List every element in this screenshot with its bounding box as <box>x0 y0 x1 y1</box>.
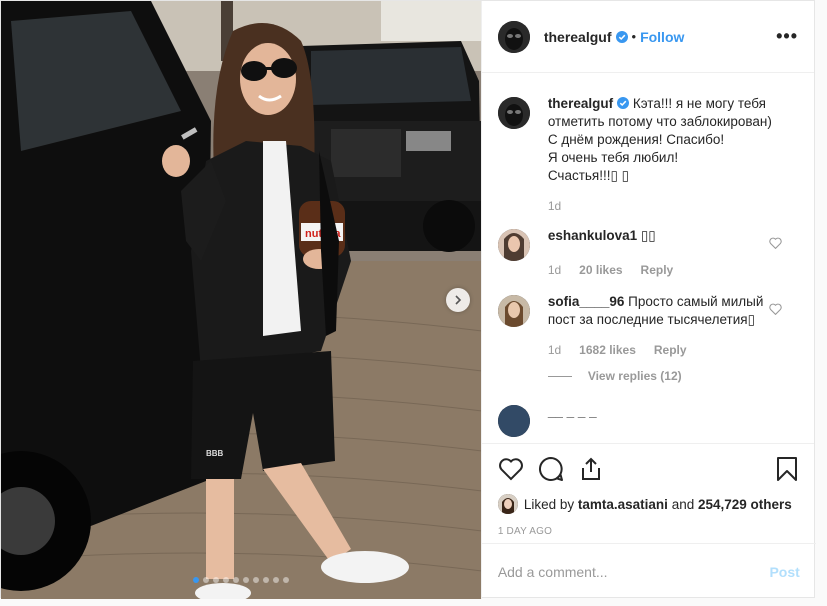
verified-icon <box>617 97 630 109</box>
add-comment-bar: Post <box>481 543 816 599</box>
post-timestamp[interactable]: 1 day ago <box>498 526 798 537</box>
comment-text: eshankulova1 ▯▯ <box>548 227 768 245</box>
header-separator: • <box>631 29 637 44</box>
avatar[interactable] <box>497 295 530 327</box>
comment-item: __ _ _ _ <box>497 403 798 437</box>
post-container: nutella BBB <box>0 0 816 599</box>
carousel-dot <box>213 577 219 583</box>
reply-button[interactable]: Reply <box>641 263 674 277</box>
avatar[interactable] <box>497 494 518 514</box>
photo-illustration: nutella BBB <box>1 1 481 599</box>
profile-avatar-icon <box>497 20 530 53</box>
caption-text: therealguf Кэта!!! я не могу тебя отмети… <box>548 95 798 185</box>
share-icon[interactable] <box>578 456 604 482</box>
header-username[interactable]: therealguf <box>544 29 612 45</box>
action-icons <box>498 454 798 484</box>
carousel-dot <box>203 577 209 583</box>
caption-meta: 1d <box>548 199 798 213</box>
comment-content: ▯▯ <box>640 228 656 243</box>
post-actions: Liked by tamta.asatiani and 254,729 othe… <box>481 443 814 537</box>
caption-username[interactable]: therealguf <box>548 96 613 111</box>
avatar[interactable] <box>497 229 530 261</box>
replies-divider <box>547 375 572 377</box>
comment-likes[interactable]: 20 likes <box>579 263 622 277</box>
carousel-dot <box>233 577 239 583</box>
post-comment-button[interactable]: Post <box>769 564 799 580</box>
profile-avatar-icon <box>497 295 530 327</box>
comment-age[interactable]: 1d <box>548 263 561 277</box>
carousel-dot <box>243 577 249 583</box>
like-comment-heart-icon[interactable] <box>769 237 782 249</box>
caption-comment: therealguf Кэта!!! я не могу тебя отмети… <box>497 73 798 213</box>
post-header: therealguf • Follow ••• <box>481 1 814 73</box>
carousel-dot <box>253 577 259 583</box>
comments-list[interactable]: therealguf Кэта!!! я не могу тебя отмети… <box>482 73 814 443</box>
avatar[interactable] <box>497 20 530 53</box>
profile-avatar-icon <box>497 405 530 437</box>
comment-username[interactable]: sofia____96 <box>548 294 625 309</box>
carousel-dot <box>273 577 279 583</box>
liker-avatar-icon <box>497 494 518 514</box>
carousel-dot <box>223 577 229 583</box>
carousel-next-button[interactable] <box>446 288 470 312</box>
view-replies-label: View replies (12) <box>587 369 682 383</box>
reply-button[interactable]: Reply <box>654 343 687 357</box>
avatar[interactable] <box>497 97 530 129</box>
comment-text: sofia____96 Просто самый милый пост за п… <box>548 293 768 329</box>
comment-body: __ _ _ _ <box>548 403 798 437</box>
comment-username[interactable]: __ _ _ _ <box>548 404 597 419</box>
comment-item: sofia____96 Просто самый милый пост за п… <box>497 293 798 383</box>
comment-meta: 1d 1682 likes Reply <box>548 343 768 357</box>
follow-button[interactable]: Follow <box>640 29 684 45</box>
caption-age[interactable]: 1d <box>548 199 561 213</box>
caption-line: Счастья!!!▯ ▯ <box>547 168 630 183</box>
carousel-dot <box>283 577 289 583</box>
likes-conj: and <box>671 496 695 512</box>
avatar[interactable] <box>497 405 530 437</box>
profile-avatar-icon <box>497 229 530 261</box>
like-comment-heart-icon[interactable] <box>769 303 782 315</box>
chevron-right-icon <box>455 295 462 305</box>
comment-age[interactable]: 1d <box>548 343 561 357</box>
bookmark-icon[interactable] <box>776 456 798 482</box>
carousel-dot <box>263 577 269 583</box>
carousel-dot <box>193 577 199 583</box>
caption-body: therealguf Кэта!!! я не могу тебя отмети… <box>548 95 798 213</box>
comment-meta: 1d 20 likes Reply <box>548 263 768 277</box>
comment-icon[interactable] <box>538 456 564 482</box>
comment-likes[interactable]: 1682 likes <box>579 343 636 357</box>
likes-summary: Liked by tamta.asatiani and 254,729 othe… <box>497 494 798 514</box>
caption-line: Я очень тебя любил! <box>547 150 679 165</box>
likes-count[interactable]: 254,729 others <box>698 497 792 512</box>
verified-icon <box>615 30 628 43</box>
comment-username[interactable]: eshankulova1 <box>548 228 637 243</box>
post-side-panel: therealguf • Follow ••• therealguf Кэта!… <box>480 1 816 599</box>
caption-line: С днём рождения! Спасибо! <box>547 132 725 147</box>
comment-text: __ _ _ _ <box>548 403 768 421</box>
comment-item: eshankulova1 ▯▯ 1d 20 likes Reply <box>497 227 798 277</box>
comment-body: sofia____96 Просто самый милый пост за п… <box>547 293 798 383</box>
liker-username[interactable]: tamta.asatiani <box>578 497 668 512</box>
profile-avatar-icon <box>497 97 530 129</box>
carousel-indicator <box>193 577 289 583</box>
add-comment-input[interactable] <box>497 563 770 580</box>
post-photo[interactable]: nutella BBB <box>1 1 481 599</box>
more-options-icon[interactable]: ••• <box>776 26 798 47</box>
svg-text:BBB: BBB <box>206 449 224 458</box>
likes-prefix: Liked by <box>523 496 575 512</box>
comment-body: eshankulova1 ▯▯ 1d 20 likes Reply <box>548 227 798 277</box>
view-replies-button[interactable]: View replies (12) <box>547 369 768 383</box>
heart-icon[interactable] <box>498 457 524 481</box>
